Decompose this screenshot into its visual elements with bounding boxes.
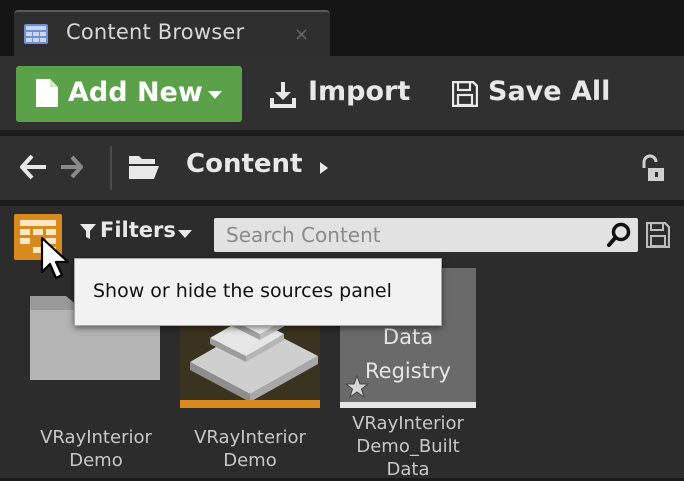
breadcrumb-content[interactable]: Content	[186, 149, 302, 179]
asset-label: VRayInterior Demo_Built Data	[352, 413, 464, 480]
import-label: Import	[308, 76, 411, 107]
path-divider-bottom	[0, 200, 684, 206]
tooltip: Show or hide the sources panel	[74, 258, 442, 326]
mouse-cursor-icon	[40, 236, 70, 280]
asset-type-bar	[340, 402, 476, 408]
add-new-label: Add New	[68, 77, 203, 108]
tooltip-text: Show or hide the sources panel	[93, 280, 392, 302]
unlock-icon[interactable]	[638, 154, 668, 184]
search-input[interactable]	[214, 218, 594, 252]
filter-bar: Filters	[0, 208, 684, 264]
save-icon	[452, 81, 478, 107]
chevron-down-icon	[208, 91, 222, 99]
back-arrow-icon[interactable]	[18, 152, 48, 182]
save-search-icon[interactable]	[646, 222, 670, 248]
tab-close-icon[interactable]: ×	[294, 24, 309, 45]
asset-label: VRayInterior Demo	[40, 427, 152, 471]
chevron-down-icon	[178, 230, 192, 238]
add-new-button[interactable]: Add New	[16, 66, 242, 122]
folder-open-icon	[129, 156, 159, 179]
tab-title: Content Browser	[66, 20, 245, 44]
import-icon	[270, 82, 296, 108]
new-document-icon	[36, 79, 58, 107]
chevron-right-icon[interactable]	[320, 162, 328, 174]
content-browser-icon	[24, 24, 48, 44]
forward-arrow-icon[interactable]	[60, 154, 84, 180]
search-box[interactable]	[214, 218, 638, 252]
filters-label: Filters	[100, 218, 176, 242]
tab-content-browser[interactable]: Content Browser ×	[14, 10, 330, 58]
path-divider	[110, 146, 112, 190]
toolbar: Add New Import Save All	[0, 56, 684, 130]
filter-icon	[80, 224, 96, 239]
asterisk-icon	[344, 374, 370, 399]
path-bar: Content	[0, 136, 684, 200]
tab-strip: Content Browser ×	[0, 0, 684, 58]
search-icon[interactable]	[606, 222, 632, 248]
save-all-label: Save All	[488, 76, 611, 107]
asset-label: VRayInterior Demo	[194, 427, 306, 471]
